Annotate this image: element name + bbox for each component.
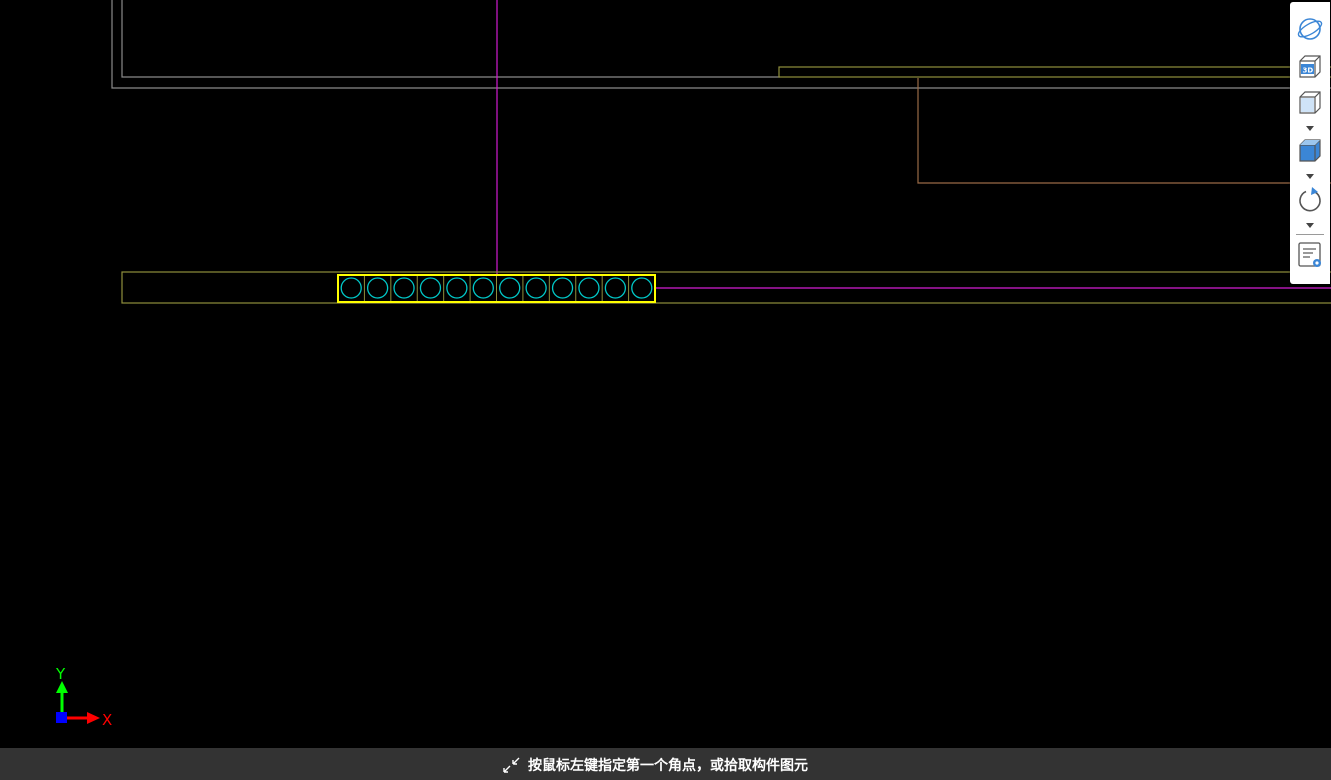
rebar-circle[interactable] [578, 277, 600, 299]
shading-dropdown-icon[interactable] [1304, 172, 1316, 180]
x-axis-arrow [87, 712, 100, 724]
toolbar-separator [1296, 234, 1324, 235]
pick-arrows-icon [503, 757, 520, 773]
rebar-circle[interactable] [366, 277, 389, 299]
cad-canvas[interactable]: Y X [0, 0, 1331, 748]
brown-outline [917, 78, 1331, 184]
view-cube-icon[interactable] [1295, 88, 1325, 118]
rebar-circle[interactable] [604, 277, 627, 299]
upper-beam-strip [778, 66, 1331, 78]
rebar-circle[interactable] [499, 277, 521, 299]
rebar-circle[interactable] [419, 277, 442, 299]
display-settings-icon[interactable] [1295, 240, 1325, 270]
wall-outline-inner [121, 0, 780, 78]
rebar-circle[interactable] [525, 277, 547, 299]
view-toolbar: 3D [1290, 2, 1330, 284]
rotate-dropdown-icon[interactable] [1304, 221, 1316, 229]
wall-outline-outer [111, 0, 1331, 89]
rebar-group[interactable] [340, 276, 653, 301]
rebar-circle[interactable] [393, 277, 415, 299]
view-cube-dropdown-icon[interactable] [1304, 124, 1316, 132]
shaded-cube-icon[interactable] [1295, 136, 1325, 166]
rebar-circle[interactable] [446, 277, 468, 299]
rebar-circle[interactable] [472, 277, 494, 299]
rebar-circle[interactable] [631, 277, 653, 299]
svg-text:3D: 3D [1303, 67, 1314, 75]
status-bar: 按鼠标左键指定第一个角点，或拾取构件图元 [0, 748, 1331, 780]
axis-indicator: Y X [55, 665, 112, 729]
y-axis-label: Y [55, 665, 66, 683]
x-axis-label: X [102, 711, 112, 729]
3d-view-cube-icon[interactable]: 3D [1295, 52, 1325, 82]
status-bar-content: 按鼠标左键指定第一个角点，或拾取构件图元 [502, 755, 808, 775]
drawing-viewport[interactable]: Y X 3D [0, 0, 1331, 748]
status-message: 按鼠标左键指定第一个角点，或拾取构件图元 [528, 758, 808, 774]
rebar-circle[interactable] [340, 277, 362, 299]
orbit-icon[interactable] [1295, 14, 1325, 44]
axis-origin [56, 712, 67, 723]
rotate-icon[interactable] [1295, 185, 1325, 215]
rebar-circle[interactable] [551, 277, 574, 299]
